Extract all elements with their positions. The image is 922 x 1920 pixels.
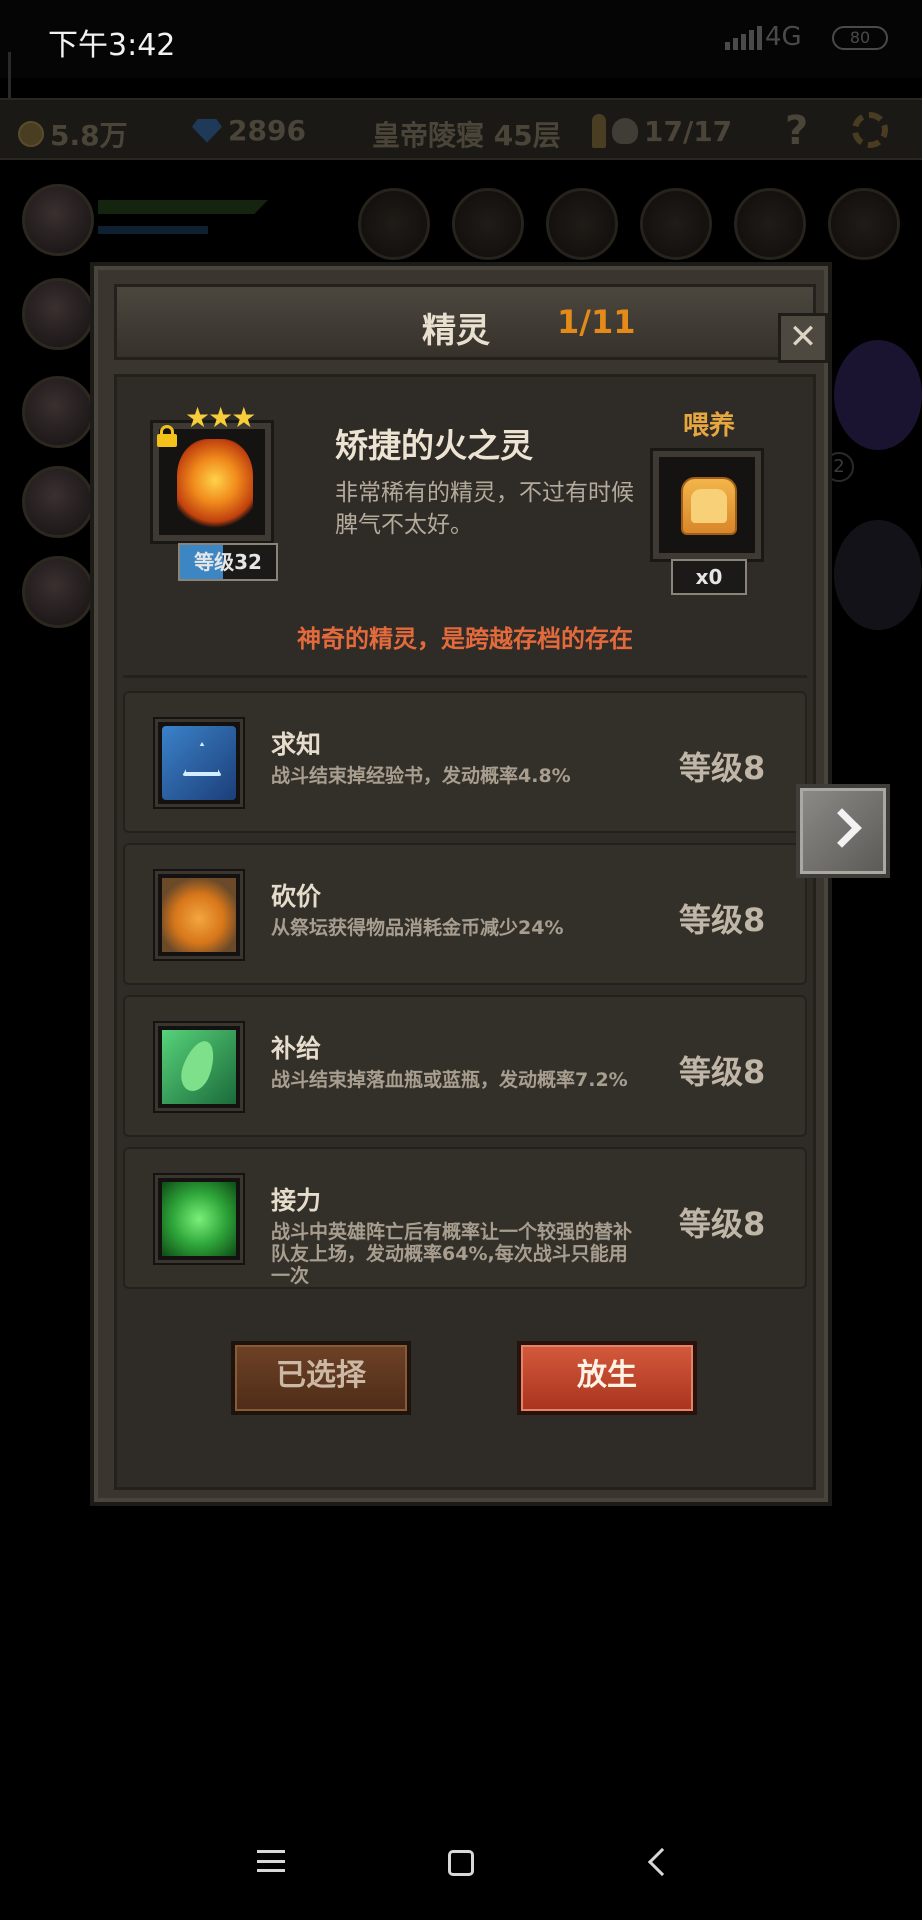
skill-description: 从祭坛获得物品消耗金币减少24% <box>271 917 564 939</box>
skill-icon-frame <box>155 1175 243 1263</box>
skill-row[interactable]: 求知 战斗结束掉经验书，发动概率4.8% 等级8 <box>123 691 807 833</box>
bread-icon <box>681 477 737 535</box>
monster-icon <box>834 340 922 450</box>
star-rating: ★★★ <box>185 401 256 434</box>
gold-counter: 5.8万 <box>18 114 128 154</box>
next-spirit-button[interactable] <box>796 784 890 878</box>
spirit-tagline: 神奇的精灵，是跨越存档的存在 <box>297 625 633 653</box>
dialog-header: 精灵 1/11 ✕ <box>114 284 828 363</box>
pot-icon[interactable] <box>546 188 618 260</box>
gem-counter: 2896 <box>192 114 306 147</box>
leaf-icon <box>162 1030 236 1104</box>
skill-description: 战斗中英雄阵亡后有概率让一个较强的替补队友上场，发动概率64%,每次战斗只能用一… <box>271 1221 633 1287</box>
skill-name: 求知 <box>271 730 322 759</box>
spirit-count: 1/11 <box>557 303 636 341</box>
status-time: 下午3:42 <box>48 28 176 63</box>
close-button[interactable]: ✕ <box>778 313 828 363</box>
fire-spirit-image <box>177 439 253 531</box>
hero-portrait[interactable] <box>22 556 94 628</box>
skill-row[interactable]: 砍价 从祭坛获得物品消耗金币减少24% 等级8 <box>123 843 807 985</box>
network-type: 4G <box>765 22 802 52</box>
battery-icon: 80 <box>832 26 888 50</box>
hero-portrait[interactable] <box>22 278 94 350</box>
scroll-icon[interactable] <box>734 188 806 260</box>
coin-icon <box>18 121 44 147</box>
hp-bar <box>98 200 268 214</box>
gear-icon[interactable] <box>852 112 888 148</box>
spirit-level-badge: 等级32 <box>178 543 278 581</box>
gem-value: 2896 <box>228 114 306 147</box>
feed-label: 喂养 <box>683 411 736 441</box>
back-icon[interactable] <box>647 1847 677 1877</box>
skull-icon <box>612 118 638 144</box>
hands-icon <box>162 1182 236 1256</box>
mp-bar <box>98 226 208 234</box>
kill-counter: 17/17 <box>592 114 732 148</box>
coins-icon <box>162 878 236 952</box>
dialog-body: ★★★ 等级32 矫捷的火之灵 非常稀有的精灵，不过有时候脾气不太好。 喂养 x… <box>114 374 816 1490</box>
spirit-level-text: 等级32 <box>194 550 262 574</box>
skill-row[interactable]: 接力 战斗中英雄阵亡后有概率让一个较强的替补队友上场，发动概率64%,每次战斗只… <box>123 1147 807 1289</box>
skill-level: 等级8 <box>679 1205 766 1243</box>
feed-slot[interactable] <box>653 451 761 559</box>
skill-name: 补给 <box>271 1034 322 1063</box>
gold-value: 5.8万 <box>50 119 128 152</box>
home-icon[interactable] <box>448 1850 474 1876</box>
skill-name: 砍价 <box>271 882 322 911</box>
skill-description: 战斗结束掉经验书，发动概率4.8% <box>271 765 571 787</box>
skill-level: 等级8 <box>679 1053 766 1091</box>
skill-description: 战斗结束掉落血瓶或蓝瓶，发动概率7.2% <box>271 1069 628 1091</box>
key-icon <box>592 114 606 148</box>
release-button[interactable]: 放生 <box>517 1341 697 1415</box>
feed-count: x0 <box>671 559 747 595</box>
status-bar: 下午3:42 4G 80 <box>0 0 922 78</box>
coffin-icon[interactable] <box>358 188 430 260</box>
feather-icon[interactable] <box>828 188 900 260</box>
book-icon <box>162 726 236 800</box>
dialog-title: 精灵 <box>422 311 490 351</box>
hero-portrait[interactable] <box>22 376 94 448</box>
divider <box>123 675 807 678</box>
gift-icon[interactable] <box>452 188 524 260</box>
navigation-bar <box>0 1800 922 1920</box>
bell-icon[interactable] <box>640 188 712 260</box>
chevron-right-icon <box>822 808 862 848</box>
kill-value: 17/17 <box>644 114 733 148</box>
signal-icon <box>725 26 762 50</box>
gem-icon <box>192 118 222 143</box>
selected-button[interactable]: 已选择 <box>231 1341 411 1415</box>
monster-icon <box>834 520 922 630</box>
hero-portrait[interactable] <box>22 466 94 538</box>
spirit-name: 矫捷的火之灵 <box>335 426 533 465</box>
skill-level: 等级8 <box>679 901 766 939</box>
spirit-description: 非常稀有的精灵，不过有时候脾气不太好。 <box>335 480 634 538</box>
skill-name: 接力 <box>271 1186 322 1215</box>
floor-label: 皇帝陵寝 45层 <box>372 119 561 152</box>
resource-bar: 5.8万 2896 皇帝陵寝 45层 17/17 ? <box>0 98 922 160</box>
skill-icon-frame <box>155 871 243 959</box>
hero-portrait[interactable] <box>22 184 94 256</box>
skill-icon-frame <box>155 719 243 807</box>
help-icon[interactable]: ? <box>785 108 808 154</box>
spirit-dialog: 精灵 1/11 ✕ ★★★ 等级32 矫捷的火之灵 非常稀有的精灵，不过有时候脾… <box>90 262 832 1506</box>
spirit-info-panel: ★★★ 等级32 矫捷的火之灵 非常稀有的精灵，不过有时候脾气不太好。 喂养 x… <box>117 377 813 683</box>
menu-icon[interactable] <box>257 1850 285 1872</box>
lock-icon[interactable] <box>157 425 177 447</box>
skill-icon-frame <box>155 1023 243 1111</box>
skill-row[interactable]: 补给 战斗结束掉落血瓶或蓝瓶，发动概率7.2% 等级8 <box>123 995 807 1137</box>
skill-level: 等级8 <box>679 749 766 787</box>
